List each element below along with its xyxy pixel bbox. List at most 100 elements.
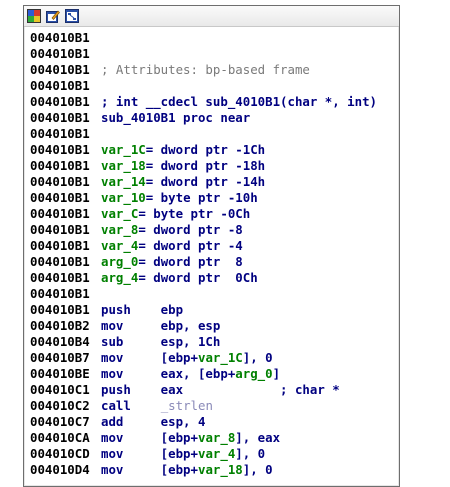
- variable-ref[interactable]: var_C: [101, 206, 138, 222]
- listing-line[interactable]: 004010B7 mov [ebp+ var_1C], 0: [30, 350, 399, 366]
- disassembly-graph-node: 004010B1 004010B1 004010B1; Attributes: bp…: [23, 5, 400, 487]
- instruction-text: = byte ptr -0Ch: [138, 206, 251, 221]
- line-address: 004010C7: [30, 414, 90, 429]
- instruction-text: mov [ebp+: [101, 350, 198, 365]
- line-address: 004010B1: [30, 302, 90, 317]
- listing-line[interactable]: 004010B1 var_14 = dword ptr -14h: [30, 174, 399, 190]
- line-address: 004010B1: [30, 174, 90, 189]
- comment-text: ; Attributes: bp-based frame: [101, 62, 310, 77]
- listing-line[interactable]: 004010B1: [30, 126, 399, 142]
- line-address: 004010B1: [30, 206, 90, 221]
- node-toolbar: [24, 6, 399, 27]
- line-address: 004010B1: [30, 126, 90, 141]
- variable-ref[interactable]: var_1C: [101, 142, 146, 158]
- line-address: 004010CD: [30, 446, 90, 461]
- listing-line[interactable]: 004010B1 var_C = byte ptr -0Ch: [30, 206, 399, 222]
- listing-line[interactable]: 004010B1 var_4 = dword ptr -4: [30, 238, 399, 254]
- line-address: 004010B1: [30, 190, 90, 205]
- instruction-text: = dword ptr 8: [138, 254, 243, 269]
- listing-line[interactable]: 004010D4 mov [ebp+ var_18], 0: [30, 462, 399, 478]
- instruction-text: ; int __cdecl sub_4010B1(char *, int): [101, 94, 378, 109]
- instruction-text: mov ebp, esp: [101, 318, 221, 333]
- listing-line[interactable]: 004010B1 sub_4010B1 proc near: [30, 110, 399, 126]
- line-address: 004010B1: [30, 94, 90, 109]
- instruction-text: push ebp: [101, 302, 184, 317]
- listing-line[interactable]: 004010CA mov [ebp+ var_8], eax: [30, 430, 399, 446]
- instruction-text: mov eax, [ebp+: [101, 366, 236, 381]
- instruction-text: = dword ptr -14h: [145, 174, 266, 189]
- instruction-text: sub_4010B1 proc near: [101, 110, 251, 125]
- instruction-text: = byte ptr -10h: [145, 190, 258, 205]
- instruction-text: mov [ebp+: [101, 446, 198, 461]
- listing-line[interactable]: 004010B1 push ebp: [30, 302, 399, 318]
- listing-line[interactable]: 004010B1: [30, 78, 399, 94]
- instruction-text: push eax ; char *: [101, 382, 340, 397]
- variable-ref[interactable]: var_1C: [198, 350, 243, 366]
- line-address: 004010B4: [30, 334, 90, 349]
- variable-ref[interactable]: var_4: [198, 446, 235, 462]
- line-address: 004010B7: [30, 350, 90, 365]
- instruction-text: ], 0: [242, 462, 273, 477]
- listing-line[interactable]: 004010B2 mov ebp, esp: [30, 318, 399, 334]
- variable-ref[interactable]: var_8: [198, 430, 235, 446]
- line-address: 004010B1: [30, 78, 90, 93]
- variable-ref[interactable]: var_14: [101, 174, 146, 190]
- listing-line[interactable]: 004010B1 var_1C = dword ptr -1Ch: [30, 142, 399, 158]
- instruction-text: = dword ptr -4: [138, 238, 243, 253]
- line-address: 004010B1: [30, 110, 90, 125]
- line-address: 004010B1: [30, 254, 90, 269]
- external-symbol[interactable]: _strlen: [161, 398, 213, 414]
- line-address: 004010B1: [30, 142, 90, 157]
- variable-ref[interactable]: arg_4: [101, 270, 138, 286]
- edit-graph-icon[interactable]: [45, 8, 61, 24]
- instruction-text: mov [ebp+: [101, 430, 198, 445]
- listing-line[interactable]: 004010B1: [30, 286, 399, 302]
- listing-line[interactable]: 004010C7 add esp, 4: [30, 414, 399, 430]
- line-address: 004010D4: [30, 462, 90, 477]
- listing-line[interactable]: 004010C2 call _strlen: [30, 398, 399, 414]
- variable-ref[interactable]: var_18: [198, 462, 243, 478]
- line-address: 004010B1: [30, 46, 90, 61]
- variable-ref[interactable]: arg_0: [235, 366, 272, 382]
- line-address: 004010B1: [30, 222, 90, 237]
- listing-line[interactable]: 004010B1 var_18 = dword ptr -18h: [30, 158, 399, 174]
- instruction-text: ], 0: [242, 350, 273, 365]
- instruction-text: = dword ptr -18h: [145, 158, 266, 173]
- listing-line[interactable]: 004010B1 arg_0 = dword ptr 8: [30, 254, 399, 270]
- line-address: 004010B1: [30, 270, 90, 285]
- line-address: 004010B1: [30, 158, 90, 173]
- line-address: 004010B1: [30, 286, 90, 301]
- line-address: 004010B1: [30, 62, 90, 77]
- listing-line[interactable]: 004010B1 var_10 = byte ptr -10h: [30, 190, 399, 206]
- instruction-text: = dword ptr -8: [138, 222, 243, 237]
- view-graph-icon[interactable]: [64, 8, 80, 24]
- variable-ref[interactable]: var_18: [101, 158, 146, 174]
- line-address: 004010B1: [30, 30, 90, 45]
- instruction-text: ], 0: [235, 446, 266, 461]
- instruction-text: ]: [272, 366, 281, 381]
- variable-ref[interactable]: var_8: [101, 222, 138, 238]
- listing-line[interactable]: 004010B1: [30, 30, 399, 46]
- line-address: 004010BE: [30, 366, 90, 381]
- line-address: 004010C2: [30, 398, 90, 413]
- listing-line[interactable]: 004010BE mov eax, [ebp+ arg_0]: [30, 366, 399, 382]
- variable-ref[interactable]: var_4: [101, 238, 138, 254]
- line-address: 004010C1: [30, 382, 90, 397]
- listing-line[interactable]: 004010CD mov [ebp+ var_4], 0: [30, 446, 399, 462]
- instruction-text: sub esp, 1Ch: [101, 334, 221, 349]
- variable-ref[interactable]: var_10: [101, 190, 146, 206]
- instruction-text: call: [101, 398, 161, 413]
- listing-line[interactable]: 004010B1 var_8 = dword ptr -8: [30, 222, 399, 238]
- listing-line[interactable]: 004010C1 push eax ; char *: [30, 382, 399, 398]
- instruction-text: = dword ptr 0Ch: [138, 270, 258, 285]
- instruction-text: mov [ebp+: [101, 462, 198, 477]
- variable-ref[interactable]: arg_0: [101, 254, 138, 270]
- disassembly-listing[interactable]: 004010B1 004010B1 004010B1; Attributes: bp…: [30, 30, 399, 478]
- line-address: 004010CA: [30, 430, 90, 445]
- listing-line[interactable]: 004010B4 sub esp, 1Ch: [30, 334, 399, 350]
- listing-line[interactable]: 004010B1 arg_4 = dword ptr 0Ch: [30, 270, 399, 286]
- listing-line[interactable]: 004010B1: [30, 46, 399, 62]
- listing-line[interactable]: 004010B1 ; Attributes: bp-based frame: [30, 62, 399, 78]
- color-palette-icon[interactable]: [26, 8, 42, 24]
- listing-line[interactable]: 004010B1 ; int __cdecl sub_4010B1(char *,…: [30, 94, 399, 110]
